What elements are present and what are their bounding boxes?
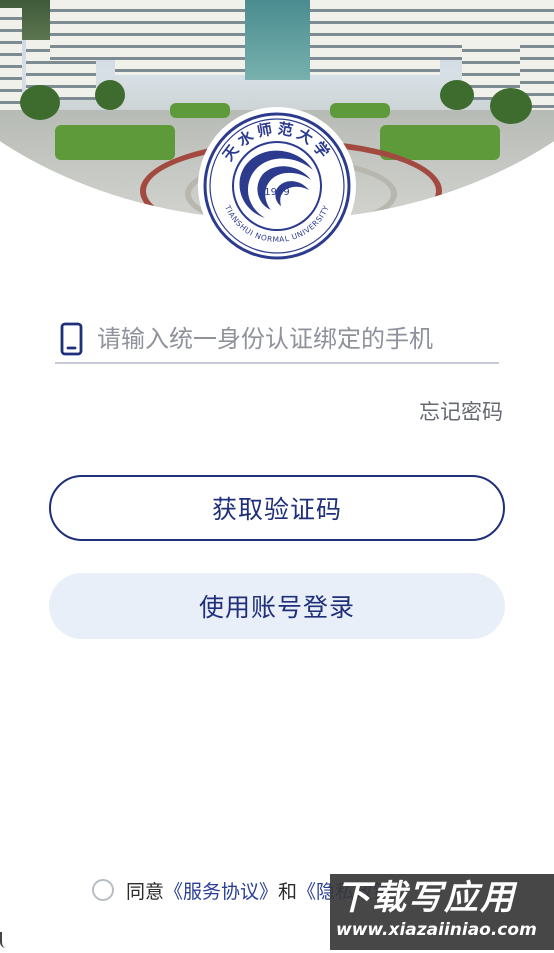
account-login-button[interactable]: 使用账号登录 (49, 573, 505, 639)
forgot-password-link[interactable]: 忘记密码 (419, 396, 503, 426)
phone-input[interactable] (97, 319, 499, 359)
watermark-title: 下载写应用 (336, 878, 516, 918)
get-verification-code-button[interactable]: 获取验证码 (49, 475, 505, 541)
agreement-joiner: 和 (278, 880, 298, 903)
phone-field[interactable] (55, 316, 499, 364)
watermark-logo: 下载写应用 www.xiazaiiniao.com (330, 874, 554, 950)
watermark-url: www.xiazaiiniao.com (336, 920, 537, 940)
university-seal-logo: 1959 天水师范大学 TIANSHUI NORMAL UNIVERSITY (201, 110, 353, 262)
agree-radio[interactable] (92, 879, 114, 901)
corner-mark (0, 932, 10, 948)
phone-icon (60, 322, 83, 356)
seal-year: 1959 (264, 187, 289, 198)
service-agreement-link[interactable]: 《服务协议》 (164, 877, 278, 904)
agreement-prefix: 同意 (126, 880, 165, 903)
login-screen: 1959 天水师范大学 TIANSHUI NORMAL UNIVERSITY 忘… (0, 0, 554, 953)
